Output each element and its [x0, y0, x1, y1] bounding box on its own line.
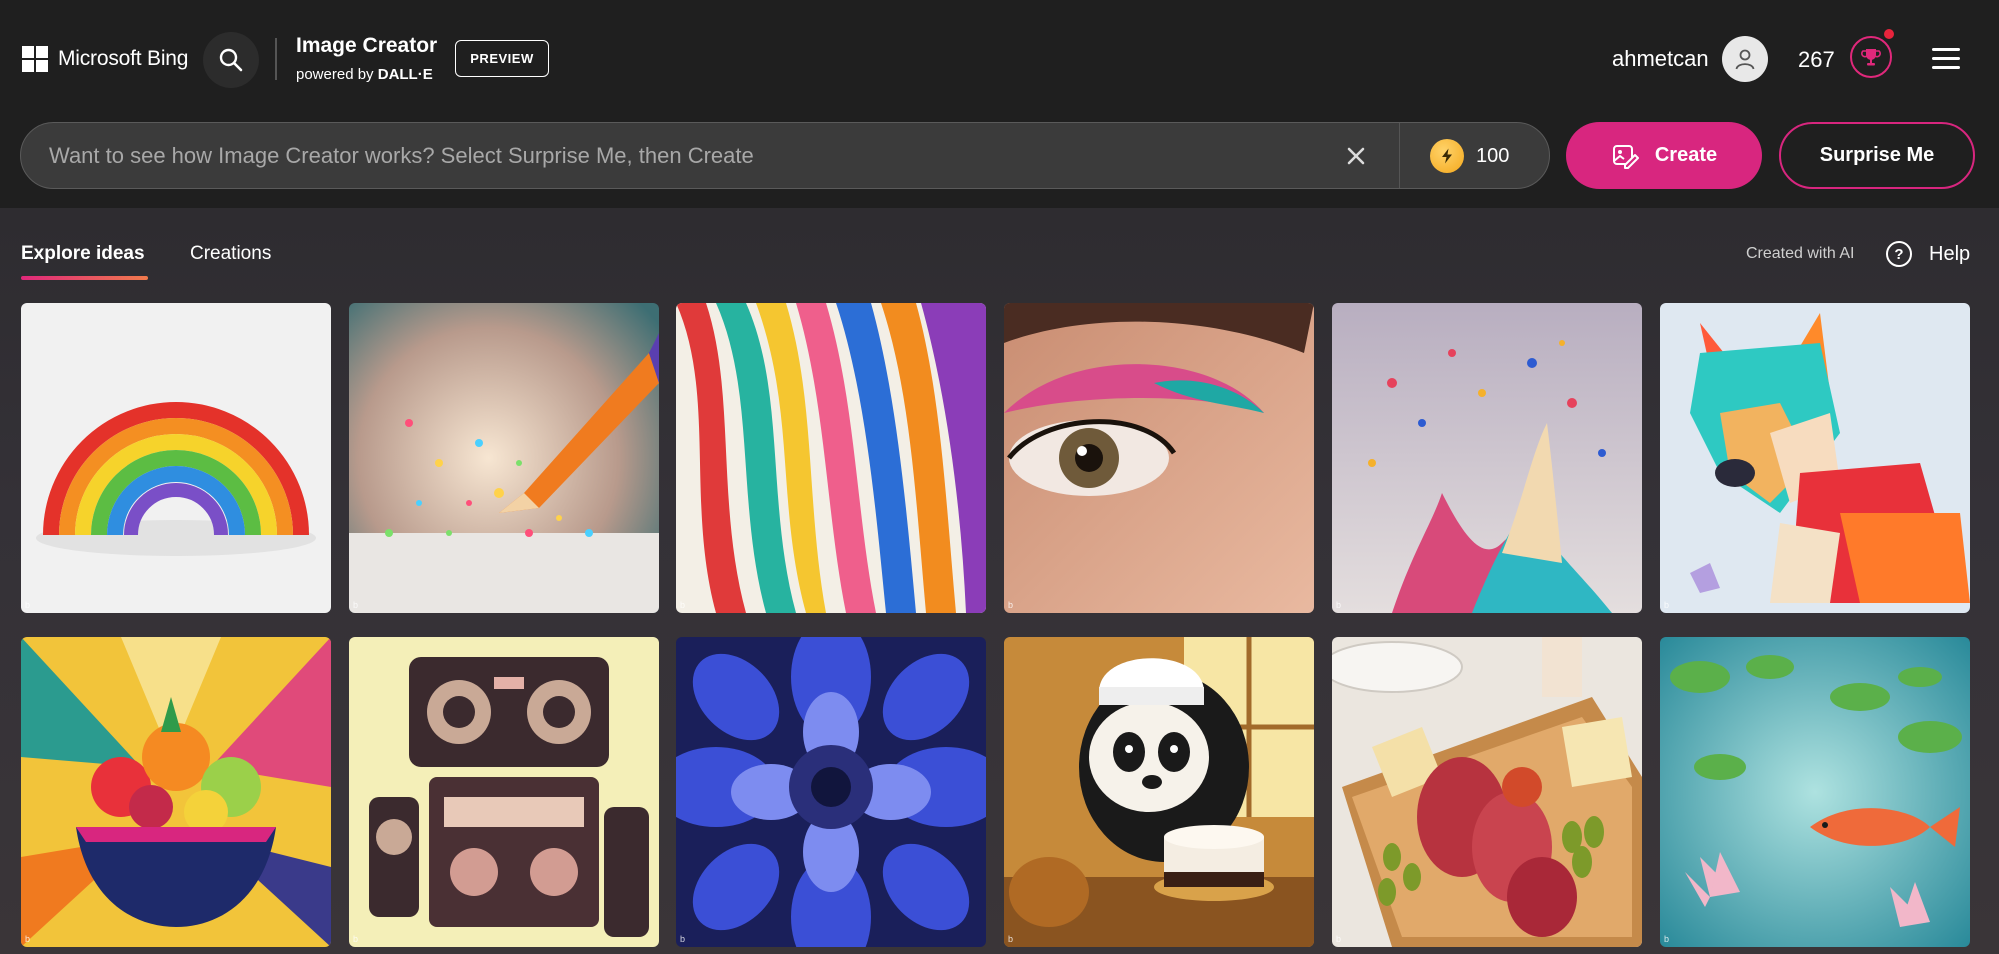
gallery-tile-koi-pond[interactable]: b — [1660, 637, 1970, 947]
product-sub-brand: DALL·E — [377, 66, 433, 83]
search-icon — [219, 48, 243, 72]
prompt-box: 100 — [20, 122, 1550, 189]
hamburger-menu-icon[interactable] — [1932, 48, 1960, 70]
boosts-counter[interactable]: 100 — [1430, 139, 1509, 173]
charcuterie-board-image — [1332, 637, 1642, 947]
watermark-icon: b — [25, 600, 31, 610]
created-with-ai-label: Created with AI — [1746, 245, 1855, 262]
help-icon[interactable]: ? — [1886, 241, 1912, 267]
gallery-tile-paper-fox[interactable]: b — [1660, 303, 1970, 613]
fruit-bowl-image — [21, 637, 331, 947]
paper-rainbow-image — [21, 303, 331, 613]
boosts-count: 100 — [1476, 144, 1510, 167]
watermark-icon: b — [353, 600, 359, 610]
rewards-button[interactable] — [1850, 29, 1894, 80]
watermark-icon: b — [1664, 600, 1670, 610]
eye-makeup-image — [1004, 303, 1314, 613]
watermark-icon: b — [680, 934, 686, 944]
gallery-tile-boombox-robot[interactable]: b — [349, 637, 659, 947]
paint-splash-image — [1332, 303, 1642, 613]
create-image-icon — [1612, 144, 1639, 169]
user-icon — [1735, 49, 1755, 70]
pencil-glitter-image — [349, 303, 659, 613]
surprise-me-button[interactable]: Surprise Me — [1779, 122, 1975, 189]
watermark-icon: b — [25, 934, 31, 944]
help-link[interactable]: Help — [1929, 243, 1970, 266]
prompt-divider — [1399, 123, 1400, 188]
panda-chef-image — [1004, 637, 1314, 947]
watermark-icon: b — [1336, 600, 1342, 610]
watermark-icon: b — [1008, 934, 1014, 944]
create-label: Create — [1654, 144, 1718, 166]
bing-home-link[interactable]: Microsoft Bing — [22, 46, 188, 72]
trophy-icon — [1850, 36, 1892, 78]
gallery-tile-eye-makeup[interactable]: b — [1004, 303, 1314, 613]
gallery-tile-paint-splash[interactable]: b — [1332, 303, 1642, 613]
gallery-tile-paper-rainbow[interactable]: b — [21, 303, 331, 613]
watermark-icon: b — [1336, 934, 1342, 944]
preview-badge: PREVIEW — [455, 40, 549, 77]
koi-pond-image — [1660, 637, 1970, 947]
windows-logo-icon — [22, 46, 48, 72]
rewards-points[interactable]: 267 — [1798, 47, 1835, 73]
product-title: Image Creator — [296, 34, 438, 57]
watermark-icon: b — [1664, 934, 1670, 944]
boombox-robot-image — [349, 637, 659, 947]
prompt-input[interactable] — [49, 123, 1329, 188]
watermark-icon: b — [680, 600, 686, 610]
boost-bolt-icon — [1430, 139, 1464, 173]
gallery-tile-pencil-glitter[interactable]: b — [349, 303, 659, 613]
active-tab-indicator — [21, 276, 148, 280]
username[interactable]: ahmetcan — [1612, 46, 1709, 72]
bing-search-button[interactable] — [203, 32, 259, 88]
tab-creations[interactable]: Creations — [190, 243, 271, 265]
notification-dot — [1884, 29, 1894, 39]
product-sub-prefix: powered by — [296, 66, 374, 83]
gallery-tile-colorful-ribbons[interactable]: b — [676, 303, 986, 613]
blue-dahlia-image — [676, 637, 986, 947]
colorful-ribbons-image — [676, 303, 986, 613]
close-icon[interactable] — [1343, 143, 1369, 169]
watermark-icon: b — [1008, 600, 1014, 610]
header-divider — [275, 38, 277, 80]
brand-name: Microsoft Bing — [58, 47, 189, 70]
create-button[interactable]: Create — [1566, 122, 1762, 189]
gallery-tile-fruit-bowl[interactable]: b — [21, 637, 331, 947]
paper-fox-image — [1660, 303, 1970, 613]
gallery-tile-charcuterie-board[interactable]: b — [1332, 637, 1642, 947]
product-subtitle: powered by DALL·E — [296, 66, 433, 83]
gallery-tile-blue-dahlia[interactable]: b — [676, 637, 986, 947]
watermark-icon: b — [353, 934, 359, 944]
avatar[interactable] — [1722, 36, 1768, 82]
tab-explore-ideas[interactable]: Explore ideas — [21, 243, 145, 265]
gallery-tile-panda-chef[interactable]: b — [1004, 637, 1314, 947]
